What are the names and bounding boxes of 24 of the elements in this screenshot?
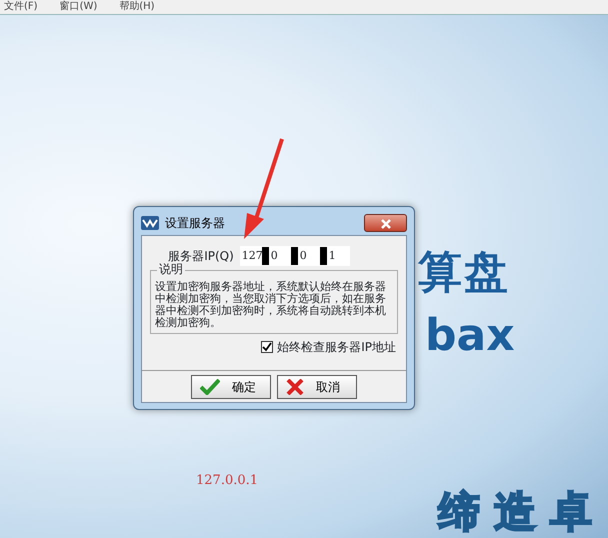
cancel-button[interactable]: 取消	[277, 375, 357, 399]
checkbox[interactable]	[261, 341, 274, 353]
menu-item[interactable]: 帮助(H)	[119, 0, 155, 14]
logo-text: bax	[425, 309, 515, 363]
app-icon	[141, 216, 159, 230]
dialog-title: 设置服务器	[165, 215, 225, 232]
ip-input-field[interactable]: 127 0 0 1	[240, 246, 350, 266]
ok-button[interactable]: 确定	[191, 375, 271, 399]
close-button[interactable]	[364, 214, 407, 232]
cross-icon	[286, 379, 304, 395]
checkbox-label: 始终检查服务器IP地址	[277, 339, 396, 356]
menu-item[interactable]: 窗口(W)	[60, 0, 98, 14]
redaction-mark	[262, 247, 269, 265]
menu-item[interactable]: 文件(F)	[4, 0, 38, 14]
redaction-mark	[290, 247, 298, 265]
description-text: 设置加密狗服务器地址，系统默认始终在服务器中检测加密狗，当您取消下方选项后，如在服务器中检测不到加密狗时，系统将自动跳转到本机检测加密狗。	[155, 281, 387, 329]
ip-label: 服务器IP(Q)	[168, 248, 234, 263]
checkmark-icon	[200, 379, 220, 395]
server-address: 127.0.0.1	[196, 472, 258, 490]
logo-text: 算盘	[418, 246, 510, 300]
group-title: 说明	[157, 262, 185, 276]
close-icon	[380, 218, 390, 229]
redaction-mark	[320, 247, 327, 265]
slogan-text: 缔造卓	[438, 486, 606, 538]
